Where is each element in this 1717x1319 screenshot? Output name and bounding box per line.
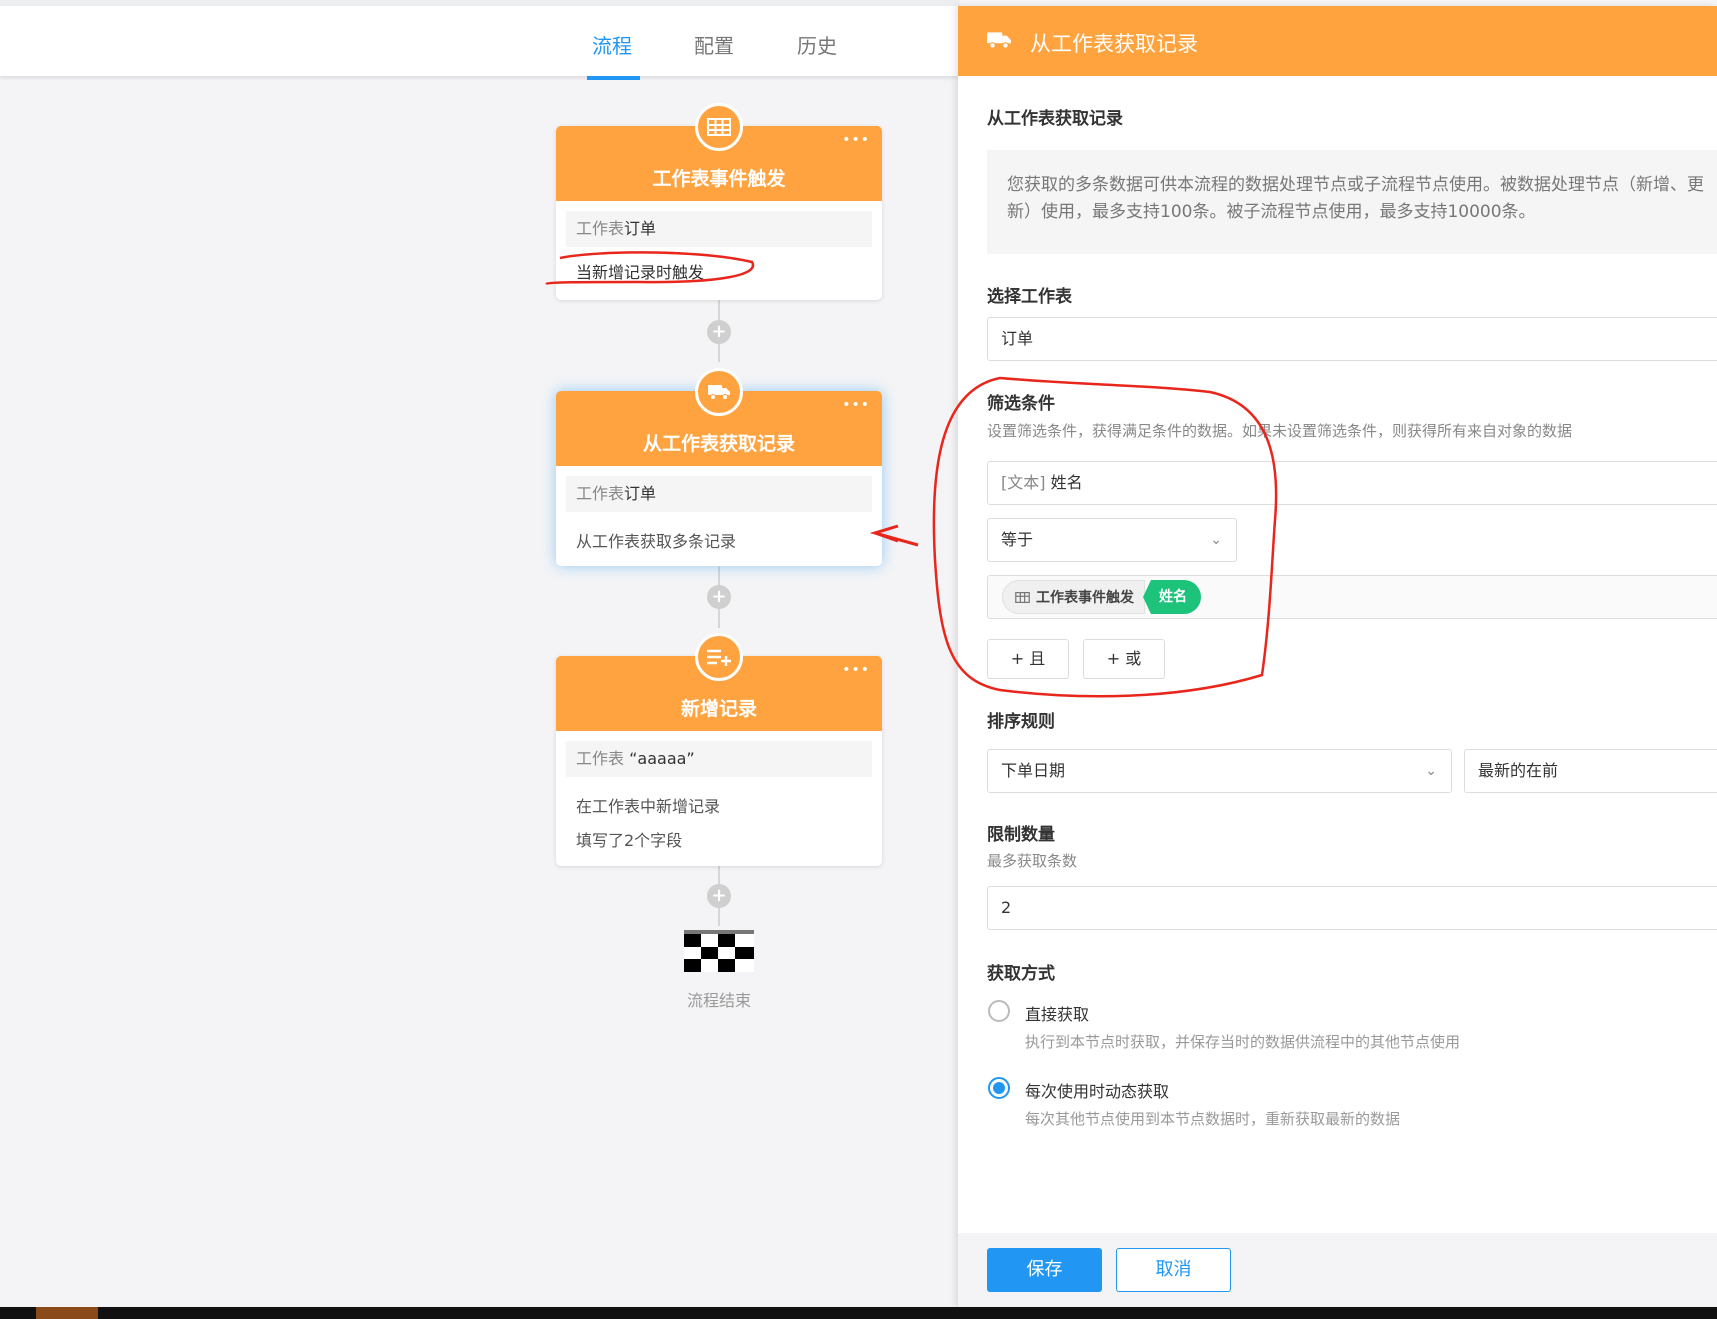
worksheet-name: “aaaaa” [629,749,695,768]
direct-fetch-label[interactable]: 直接获取 [1025,1001,1089,1025]
filter-field-select[interactable]: [文本] 姓名 [987,461,1717,505]
workflow-topbar: 流程 配置 历史 [0,0,958,80]
limit-input[interactable]: 2 [987,886,1717,930]
bottom-taskbar-strip [0,1307,1717,1319]
add-node-button[interactable]: + [707,585,731,609]
active-tab-indicator [587,76,640,80]
more-icon[interactable]: ••• [842,132,870,148]
mode-label: 获取方式 [987,964,1055,984]
add-description: 在工作表中新增记录 [576,797,721,816]
more-icon[interactable]: ••• [842,662,870,678]
filter-description: 设置筛选条件，获得满足条件的数据。如果未设置筛选条件，则获得所有来自对象的数据 [987,422,1573,440]
trigger-description: 当新增记录时触发 [576,263,705,282]
sort-label: 排序规则 [987,712,1055,732]
dynamic-value-chip[interactable]: 工作表事件触发 姓名 [1002,580,1201,614]
panel-header: 从工作表获取记录 [958,6,1717,76]
tab-history[interactable]: 历史 [797,30,837,59]
chip-source: 工作表事件触发 [1002,580,1145,614]
add-fields-count: 填写了2个字段 [576,831,683,850]
filter-label: 筛选条件 [987,394,1055,414]
add-node-header: ••• 新增记录 [556,633,882,731]
worksheet-prefix: 工作表 [576,484,625,503]
add-worksheet-row: 工作表 “aaaaa” [566,741,872,777]
chip-source-name: 工作表事件触发 [1036,590,1134,606]
trigger-worksheet-row: 工作表订单 [566,211,872,247]
chip-field: 姓名 [1143,580,1201,614]
truck-icon [987,32,1011,49]
taskbar-item [36,1307,98,1319]
operator-value: 等于 [1001,530,1034,549]
worksheet-name: 订单 [624,219,657,238]
more-icon[interactable]: ••• [842,397,870,413]
fetch-records-node[interactable]: ••• 从工作表获取记录 工作表订单 从工作表获取多条记录 [556,368,882,566]
cancel-button[interactable]: 取消 [1116,1248,1231,1292]
filter-field-name: 姓名 [1050,473,1083,492]
dynamic-fetch-desc: 每次其他节点使用到本节点数据时，重新获取最新的数据 [1025,1110,1401,1128]
worksheet-prefix: 工作表 [576,749,625,768]
fetch-worksheet-row: 工作表订单 [566,476,872,512]
worksheet-prefix: 工作表 [576,219,625,238]
dynamic-fetch-radio[interactable] [988,1077,1010,1099]
sort-field-select[interactable]: 下单日期 ⌄ [987,749,1452,793]
add-list-icon [695,633,743,681]
worksheet-select[interactable]: 订单 [987,317,1717,361]
table-icon [1015,591,1030,603]
direct-fetch-desc: 执行到本节点时获取，并保存当时的数据供流程中的其他节点使用 [1025,1033,1461,1051]
section-title: 从工作表获取记录 [987,109,1123,129]
panel-footer: 保存 取消 [958,1233,1717,1307]
add-node-title: 新增记录 [680,698,757,720]
limit-sublabel: 最多获取条数 [987,852,1078,870]
flow-end-label: 流程结束 [686,991,751,1010]
add-node-button[interactable]: + [707,320,731,344]
save-button[interactable]: 保存 [987,1248,1102,1292]
trigger-node-header: ••• 工作表事件触发 [556,103,882,201]
panel-title[interactable]: 从工作表获取记录 [1030,28,1198,58]
tab-config[interactable]: 配置 [694,30,734,59]
add-record-node[interactable]: ••• 新增记录 工作表 “aaaaa” 在工作表中新增记录 填写了2个字段 [556,633,882,866]
select-sheet-label: 选择工作表 [987,287,1072,307]
fetch-description: 从工作表获取多条记录 [576,532,737,551]
sort-field-value: 下单日期 [1001,761,1066,780]
add-or-condition-button[interactable]: + 或 [1083,639,1165,679]
fetch-node-title: 从工作表获取记录 [642,433,795,455]
chevron-down-icon: ⌄ [1210,532,1222,548]
chevron-down-icon: ⌄ [1425,763,1437,779]
add-node-button[interactable]: + [707,884,731,908]
operator-select[interactable]: 等于 ⌄ [987,518,1237,562]
trigger-node[interactable]: ••• 工作表事件触发 工作表订单 当新增记录时触发 [556,103,882,300]
truck-icon [695,368,743,416]
field-type-tag: [文本] [1001,473,1046,492]
limit-label: 限制数量 [987,825,1055,845]
add-and-condition-button[interactable]: + 且 [987,639,1069,679]
sort-order-select[interactable]: 最新的在前 [1464,749,1717,793]
finish-flag-icon [684,930,754,972]
worksheet-name: 订单 [624,484,657,503]
trigger-node-title: 工作表事件触发 [652,168,786,190]
node-config-panel: 从工作表获取记录 从工作表获取记录 您获取的多条数据可供本流程的数据处理节点或子… [958,6,1717,1307]
fetch-node-header: ••• 从工作表获取记录 [556,368,882,466]
dynamic-fetch-label[interactable]: 每次使用时动态获取 [1025,1078,1169,1102]
direct-fetch-radio[interactable] [988,1000,1010,1022]
info-box: 您获取的多条数据可供本流程的数据处理节点或子流程节点使用。被数据处理节点（新增、… [987,150,1717,254]
tab-flow[interactable]: 流程 [592,30,632,59]
table-icon [695,103,743,151]
